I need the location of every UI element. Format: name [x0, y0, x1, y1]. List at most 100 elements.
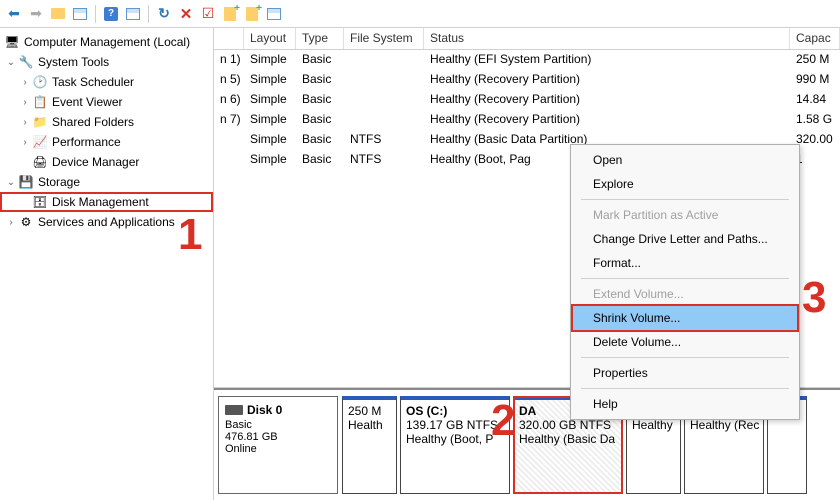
- partition-status: Healthy: [632, 418, 675, 432]
- context-menu: OpenExploreMark Partition as ActiveChang…: [570, 144, 800, 420]
- tree-label: Services and Applications: [38, 215, 209, 229]
- computer-icon: 🖥: [4, 34, 20, 50]
- perf-icon: 📈: [32, 134, 48, 150]
- panes-icon: [73, 8, 87, 20]
- open-folder-button[interactable]: [48, 4, 68, 24]
- new-icon: [224, 7, 236, 21]
- cell-type: Basic: [296, 150, 344, 170]
- close-icon: ✕: [180, 5, 193, 23]
- disk-name: Disk 0: [247, 403, 282, 417]
- partition-size: 320.00 GB NTFS: [519, 418, 617, 432]
- tree-label: Event Viewer: [52, 95, 209, 109]
- header-status[interactable]: Status: [424, 28, 790, 49]
- tree-root[interactable]: 🖥 Computer Management (Local): [0, 32, 213, 52]
- expand-icon[interactable]: ›: [18, 77, 32, 88]
- device-icon: 🖨: [32, 154, 48, 170]
- cell-vol: n 7): [214, 110, 244, 130]
- menu-item-explore[interactable]: Explore: [573, 172, 797, 196]
- expand-icon[interactable]: ›: [18, 97, 32, 108]
- new2-button[interactable]: [242, 4, 262, 24]
- partition-size: 250 M: [348, 404, 391, 418]
- menu-item-extend-volume: Extend Volume...: [573, 282, 797, 306]
- forward-button[interactable]: ➡: [26, 4, 46, 24]
- refresh-button[interactable]: ↻: [154, 4, 174, 24]
- menu-item-shrink-volume[interactable]: Shrink Volume...: [573, 306, 797, 330]
- help-button[interactable]: ?: [101, 4, 121, 24]
- collapse-icon[interactable]: ⌄: [4, 57, 18, 68]
- header-type[interactable]: Type: [296, 28, 344, 49]
- header-layout[interactable]: Layout: [244, 28, 296, 49]
- cell-vol: n 5): [214, 70, 244, 90]
- expand-icon[interactable]: ›: [18, 137, 32, 148]
- clock-icon: 🕑: [32, 74, 48, 90]
- cell-capacity: 14.84: [790, 90, 840, 110]
- services-icon: ⚙: [18, 214, 34, 230]
- menu-item-change-drive-letter-and-paths[interactable]: Change Drive Letter and Paths...: [573, 227, 797, 251]
- partition[interactable]: 250 M Health: [342, 396, 397, 494]
- disk-size: 476.81 GB: [225, 431, 331, 443]
- tree-device-manager[interactable]: 🖨 Device Manager: [0, 152, 213, 172]
- menu-separator: [581, 388, 789, 389]
- navigation-tree: 🖥 Computer Management (Local) ⌄ 🔧 System…: [0, 28, 214, 500]
- cell-vol: n 6): [214, 90, 244, 110]
- disk-icon: [225, 405, 243, 415]
- cell-status: Healthy (Recovery Partition): [424, 90, 790, 110]
- new-button[interactable]: [220, 4, 240, 24]
- tree-shared-folders[interactable]: › 📁 Shared Folders: [0, 112, 213, 132]
- cell-type: Basic: [296, 110, 344, 130]
- refresh-icon: ↻: [158, 5, 170, 22]
- expand-icon[interactable]: ›: [18, 117, 32, 128]
- menu-separator: [581, 199, 789, 200]
- cell-type: Basic: [296, 90, 344, 110]
- tree-system-tools[interactable]: ⌄ 🔧 System Tools: [0, 52, 213, 72]
- header-capacity[interactable]: Capac: [790, 28, 840, 49]
- tree-disk-management[interactable]: 🗄 Disk Management: [0, 192, 213, 212]
- collapse-icon[interactable]: ⌄: [4, 177, 18, 188]
- tree-label: Performance: [52, 135, 209, 149]
- tree-event-viewer[interactable]: › 📋 Event Viewer: [0, 92, 213, 112]
- tree-label: Storage: [38, 175, 209, 189]
- table-row[interactable]: n 7) Simple Basic Healthy (Recovery Part…: [214, 110, 840, 130]
- expand-icon[interactable]: ›: [4, 217, 18, 228]
- volume-list-header: Layout Type File System Status Capac: [214, 28, 840, 50]
- tree-services[interactable]: › ⚙ Services and Applications: [0, 212, 213, 232]
- disk-info[interactable]: Disk 0 Basic 476.81 GB Online: [218, 396, 338, 494]
- tree-storage[interactable]: ⌄ 💾 Storage: [0, 172, 213, 192]
- partition-size: 139.17 GB NTFS: [406, 418, 504, 432]
- cell-fs: NTFS: [344, 150, 424, 170]
- menu-item-properties[interactable]: Properties: [573, 361, 797, 385]
- arrow-right-icon: ➡: [30, 5, 42, 22]
- cell-fs: [344, 50, 424, 70]
- menu-separator: [581, 278, 789, 279]
- cell-capacity: 1.58 G: [790, 110, 840, 130]
- panes3-button[interactable]: [264, 4, 284, 24]
- menu-item-delete-volume[interactable]: Delete Volume...: [573, 330, 797, 354]
- cell-fs: [344, 90, 424, 110]
- panes2-button[interactable]: [123, 4, 143, 24]
- close-button[interactable]: ✕: [176, 4, 196, 24]
- menu-item-format[interactable]: Format...: [573, 251, 797, 275]
- menu-item-open[interactable]: Open: [573, 148, 797, 172]
- tree-task-scheduler[interactable]: › 🕑 Task Scheduler: [0, 72, 213, 92]
- header-fs[interactable]: File System: [344, 28, 424, 49]
- check-button[interactable]: ☑: [198, 4, 218, 24]
- cell-type: Basic: [296, 50, 344, 70]
- table-row[interactable]: n 6) Simple Basic Healthy (Recovery Part…: [214, 90, 840, 110]
- cell-fs: [344, 110, 424, 130]
- panes-button[interactable]: [70, 4, 90, 24]
- menu-separator: [581, 357, 789, 358]
- back-button[interactable]: ⬅: [4, 4, 24, 24]
- table-row[interactable]: n 1) Simple Basic Healthy (EFI System Pa…: [214, 50, 840, 70]
- header-volume[interactable]: [214, 28, 244, 49]
- cell-layout: Simple: [244, 70, 296, 90]
- tree-label: Shared Folders: [52, 115, 209, 129]
- tree-performance[interactable]: › 📈 Performance: [0, 132, 213, 152]
- cell-layout: Simple: [244, 50, 296, 70]
- table-row[interactable]: n 5) Simple Basic Healthy (Recovery Part…: [214, 70, 840, 90]
- menu-item-help[interactable]: Help: [573, 392, 797, 416]
- cell-capacity: 990 M: [790, 70, 840, 90]
- separator: [148, 5, 149, 23]
- folder-icon: [51, 8, 65, 19]
- cell-vol: [214, 150, 244, 170]
- partition[interactable]: OS (C:) 139.17 GB NTFS Healthy (Boot, P: [400, 396, 510, 494]
